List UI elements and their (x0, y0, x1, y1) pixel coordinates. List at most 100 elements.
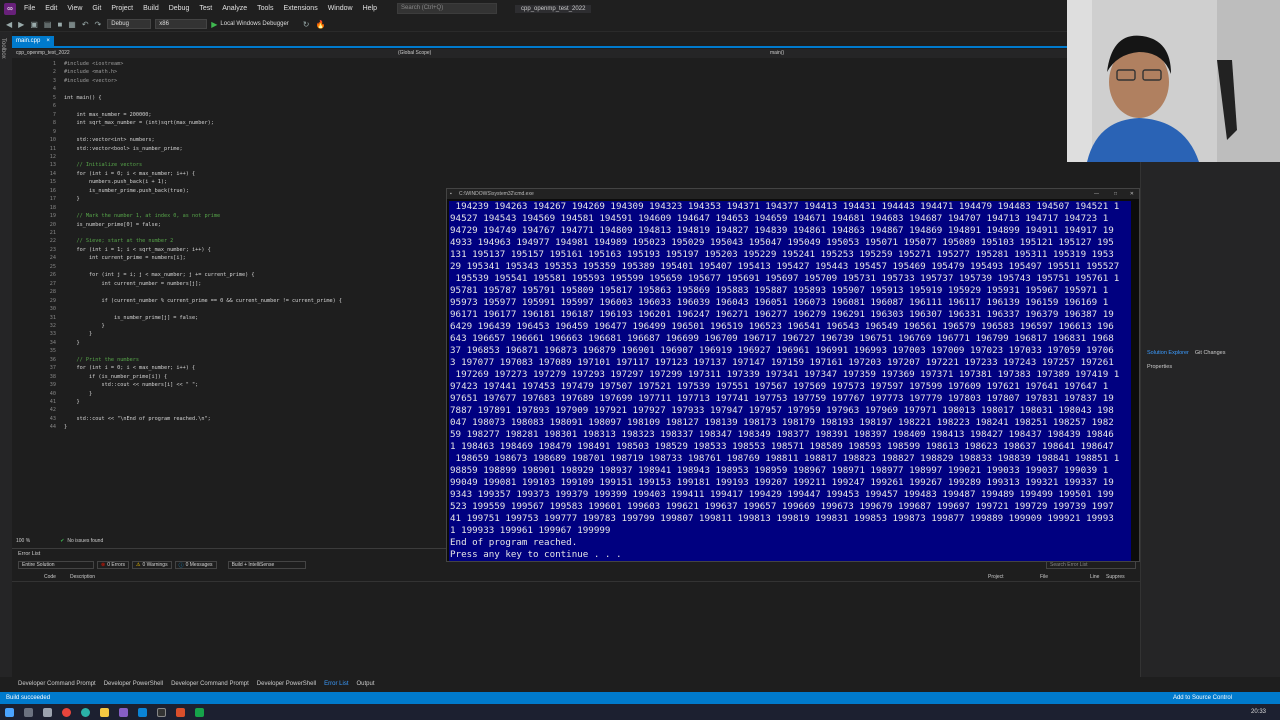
forward-icon[interactable]: ▶ (18, 20, 24, 29)
save-all-icon[interactable]: ▦ (68, 20, 76, 29)
search-icon[interactable] (24, 707, 33, 717)
open-folder-icon[interactable]: ▤ (44, 20, 52, 29)
code-line[interactable]: std::vector<bool> is_number_prime; (64, 146, 182, 152)
vscode-icon[interactable] (138, 707, 147, 717)
menu-item-project[interactable]: Project (111, 5, 133, 12)
error-search-input[interactable]: Search Error List (1046, 561, 1136, 569)
code-line[interactable]: for (int i = 1; i < sqrt_max_number; i++… (64, 247, 210, 253)
menu-item-test[interactable]: Test (199, 5, 212, 12)
redo-icon[interactable]: ↷ (95, 20, 102, 29)
project-dropdown[interactable]: cpp_openmp_test_2022 (16, 50, 70, 56)
menu-item-analyze[interactable]: Analyze (222, 5, 247, 12)
column-header[interactable]: Description (70, 574, 95, 580)
platform-dropdown[interactable]: x86 (155, 19, 208, 29)
menu-item-git[interactable]: Git (92, 5, 101, 12)
code-line[interactable]: } (64, 331, 92, 337)
code-line[interactable]: for (int j = i; j < max_number; j += cur… (64, 272, 255, 278)
menu-item-tools[interactable]: Tools (257, 5, 273, 12)
code-line[interactable]: is_number_prime.push_back(true); (64, 188, 189, 194)
minimize-icon[interactable]: — (1094, 189, 1099, 199)
code-line[interactable]: int max_number = 200000; (64, 112, 151, 118)
play-icon[interactable]: ▶ (211, 20, 217, 29)
build-filter-dropdown[interactable]: Build + IntelliSense (227, 561, 306, 569)
console-window[interactable]: ▪ C:\WINDOWS\system32\cmd.exe ✕ □ — 1942… (446, 188, 1140, 562)
code-line[interactable]: std::cout << "\nEnd of program reached.\… (64, 416, 210, 422)
code-line[interactable]: int current_prime = numbers[i]; (64, 255, 186, 261)
code-line[interactable]: #include <iostream> (64, 61, 123, 67)
tab-main-cpp[interactable]: main.cpp × (12, 36, 54, 46)
start-icon[interactable] (5, 707, 14, 717)
code-line[interactable]: // Print the numbers (64, 357, 138, 363)
code-line[interactable]: int sqrt_max_number = (int)sqrt(max_numb… (64, 120, 213, 126)
code-line[interactable]: is_number_prime[0] = false; (64, 222, 160, 228)
code-line[interactable]: for (int i = 0; i < max_number; i++) { (64, 365, 195, 371)
visual-studio-icon[interactable] (119, 707, 128, 717)
messages-filter-button[interactable]: ⓘ 0 Messages (174, 561, 217, 569)
menu-item-window[interactable]: Window (328, 5, 353, 12)
menu-item-debug[interactable]: Debug (169, 5, 190, 12)
code-line[interactable]: std::cout << numbers[i] << " "; (64, 382, 198, 388)
tab-solution-explorer[interactable]: Solution Explorer (1147, 350, 1189, 356)
close-icon[interactable]: × (46, 38, 50, 44)
scope-dropdown[interactable]: (Global Scope) (398, 50, 431, 56)
code-line[interactable]: std::vector<int> numbers; (64, 137, 154, 143)
scope-dropdown[interactable]: Entire Solution (18, 561, 94, 569)
code-line[interactable]: #include <vector> (64, 78, 117, 84)
code-line[interactable]: if (is_number_prime[i]) { (64, 374, 167, 380)
code-line[interactable]: // Mark the number 1, at index 0, as not… (64, 213, 220, 219)
tab-git-changes[interactable]: Git Changes (1195, 350, 1226, 356)
errors-filter-button[interactable]: ⊗ 0 Errors (97, 561, 129, 569)
tool-tab-developer-powershell[interactable]: Developer PowerShell (104, 681, 163, 687)
menu-item-build[interactable]: Build (143, 5, 159, 12)
code-line[interactable]: // Initialize vectors (64, 162, 142, 168)
edge-icon[interactable] (81, 707, 90, 717)
zoom-level[interactable]: 100 % (16, 538, 30, 544)
menu-item-extensions[interactable]: Extensions (283, 5, 317, 12)
code-line[interactable]: } (64, 196, 79, 202)
tool-tab-developer-powershell[interactable]: Developer PowerShell (257, 681, 316, 687)
toolbox-tab[interactable]: Toolbox (0, 38, 6, 59)
back-icon[interactable]: ◀ (6, 20, 12, 29)
undo-icon[interactable]: ↶ (82, 20, 89, 29)
tool-tab-error-list[interactable]: Error List (324, 681, 348, 687)
code-line[interactable]: if (current_number % current_prime == 0 … (64, 298, 342, 304)
code-line[interactable]: int main() { (64, 95, 101, 101)
new-file-icon[interactable]: ▣ (30, 20, 38, 29)
restart-icon[interactable]: ↻ (303, 20, 310, 29)
code-line[interactable]: } (64, 424, 67, 430)
column-header[interactable]: Suppres (1106, 574, 1125, 580)
code-line[interactable]: } (64, 399, 79, 405)
run-debugger-button[interactable]: Local Windows Debugger (220, 21, 288, 27)
taskview-icon[interactable] (43, 707, 52, 717)
chrome-icon[interactable] (62, 707, 71, 717)
column-header[interactable]: Line (1090, 574, 1099, 580)
tool-tab-developer-command-prompt[interactable]: Developer Command Prompt (171, 681, 249, 687)
menu-item-help[interactable]: Help (363, 5, 377, 12)
maximize-icon[interactable]: □ (1114, 189, 1117, 199)
configuration-dropdown[interactable]: Debug (107, 19, 152, 29)
code-line[interactable]: } (64, 323, 104, 329)
code-line[interactable]: } (64, 391, 92, 397)
menu-item-edit[interactable]: Edit (45, 5, 57, 12)
code-line[interactable]: // Sieve; start at the number 2 (64, 238, 173, 244)
function-dropdown[interactable]: main() (770, 50, 784, 56)
column-header[interactable]: File (1040, 574, 1048, 580)
menu-item-view[interactable]: View (67, 5, 82, 12)
warnings-filter-button[interactable]: ⚠ 0 Warnings (131, 561, 172, 569)
explorer-icon[interactable] (100, 707, 109, 717)
code-line[interactable]: is_number_prime[j] = false; (64, 315, 198, 321)
hot-reload-icon[interactable]: 🔥 (315, 20, 325, 29)
column-header[interactable]: Project (988, 574, 1004, 580)
code-line[interactable]: } (64, 340, 79, 346)
column-header[interactable]: Code (44, 574, 56, 580)
save-icon[interactable]: ■ (57, 20, 62, 29)
tool-tab-output[interactable]: Output (357, 681, 375, 687)
code-line[interactable]: int current_number = numbers[j]; (64, 281, 201, 287)
app-icon[interactable] (195, 707, 204, 717)
app-icon[interactable] (176, 707, 185, 717)
code-line[interactable]: numbers.push_back(i + 1); (64, 179, 167, 185)
terminal-icon[interactable] (157, 707, 166, 717)
source-control-button[interactable]: Add to Source Control (1173, 695, 1232, 701)
tool-tab-developer-command-prompt[interactable]: Developer Command Prompt (18, 681, 96, 687)
close-icon[interactable]: ✕ (1130, 189, 1134, 199)
